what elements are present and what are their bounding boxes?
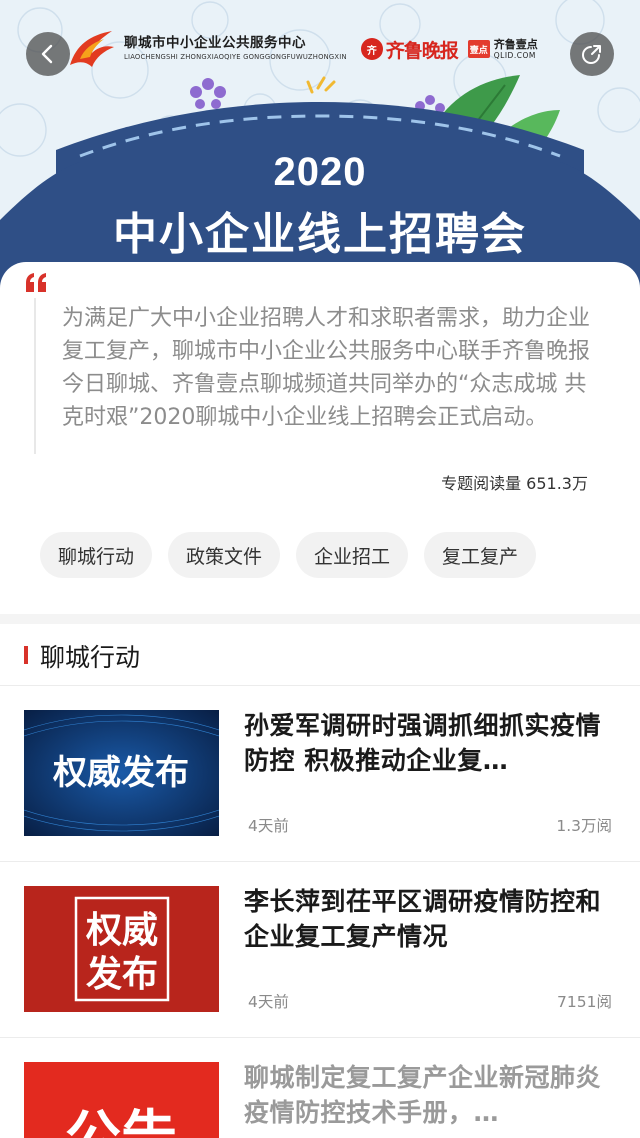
logo-strip: 聊城市中小企业公共服务中心 LIAOCHENGSHI ZHONGXIAOQIYE… — [66, 24, 566, 74]
qlid-name-cn: 齐鲁壹点 — [493, 37, 538, 51]
paper-badge: 齐 — [360, 38, 383, 60]
org-logo-text: 聊城市中小企业公共服务中心 LIAOCHENGSHI ZHONGXIAOQIYE… — [124, 36, 347, 61]
news-views: 7151阅 — [557, 993, 612, 1011]
news-thumbnail: 公告 — [24, 1062, 219, 1138]
thumb-text: 权威发布 — [52, 753, 189, 793]
tag-bar: 聊城行动 政策文件 企业招工 复工复产 — [40, 532, 552, 578]
section-header: 聊城行动 — [0, 624, 640, 686]
back-button[interactable] — [26, 32, 70, 76]
tag-resume-work[interactable]: 复工复产 — [424, 532, 537, 578]
quote-rule — [34, 298, 36, 454]
share-button[interactable] — [570, 32, 614, 76]
paper-name: 齐鲁晚报 — [385, 39, 459, 62]
section-gap — [0, 614, 640, 624]
news-item[interactable]: 公告 聊城制定复工复产企业新冠肺炎疫情防控技术手册，… — [0, 1038, 640, 1138]
news-thumbnail: 权威发布 — [24, 710, 219, 836]
thumb-text-top: 权威 — [85, 909, 158, 951]
news-title: 孙爱军调研时强调抓细抓实疫情防控 积极推动企业复… — [244, 711, 602, 775]
share-icon — [582, 45, 601, 64]
news-thumbnail: 权威 发布 — [24, 886, 219, 1012]
read-count: 专题阅读量 651.3万 — [441, 474, 588, 493]
banner-title: 中小企业线上招聘会 — [113, 209, 527, 260]
org-name-cn: 聊城市中小企业公共服务中心 — [124, 35, 306, 52]
phoenix-logo-icon — [70, 31, 114, 67]
org-name-en: LIAOCHENGSHI ZHONGXIAOQIYE GONGGONGFUWUZ… — [124, 53, 347, 62]
news-item[interactable]: 权威发布 孙爱军调研时强调抓细抓实疫情防控 积极推动企业复… 4天前 1.3万阅 — [0, 686, 640, 862]
news-title: 李长萍到茌平区调研疫情防控和企业复工复产情况 — [244, 887, 602, 951]
topic-banner: 聊城市中小企业公共服务中心 LIAOCHENGSHI ZHONGXIAOQIYE… — [0, 0, 640, 300]
tag-liaocheng-action[interactable]: 聊城行动 — [40, 532, 153, 578]
section-accent-bar — [24, 646, 28, 664]
quote-icon — [26, 273, 46, 292]
qlid-name-en: QLID.COM — [493, 50, 536, 60]
intro-text: 为满足广大中小企业招聘人才和求职者需求，助力企业复工复产，聊城市中小企业公共服务… — [62, 306, 591, 430]
news-views: 1.3万阅 — [556, 817, 612, 835]
news-title: 聊城制定复工复产企业新冠肺炎疫情防控技术手册，… — [244, 1063, 602, 1127]
qlid-logo: 壹点 齐鲁壹点 QLID.COM — [467, 37, 538, 60]
news-time: 4天前 — [248, 993, 289, 1011]
tag-policy-documents[interactable]: 政策文件 — [168, 532, 281, 578]
section-title: 聊城行动 — [40, 643, 141, 672]
tag-recruitment[interactable]: 企业招工 — [296, 532, 409, 578]
banner-year: 2020 — [273, 150, 367, 194]
news-time: 4天前 — [248, 817, 289, 835]
qlid-badge: 壹点 — [467, 40, 490, 58]
thumb-text-bottom: 发布 — [86, 953, 158, 995]
news-item[interactable]: 权威 发布 李长萍到茌平区调研疫情防控和企业复工复产情况 4天前 7151阅 — [0, 862, 640, 1038]
topic-intro-card: 为满足广大中小企业招聘人才和求职者需求，助力企业复工复产，聊城市中小企业公共服务… — [0, 262, 640, 614]
thumb-text: 公告 — [65, 1105, 177, 1138]
chevron-left-icon — [41, 44, 53, 64]
qilu-evening-news-logo: 齐 齐鲁晚报 — [360, 36, 459, 63]
